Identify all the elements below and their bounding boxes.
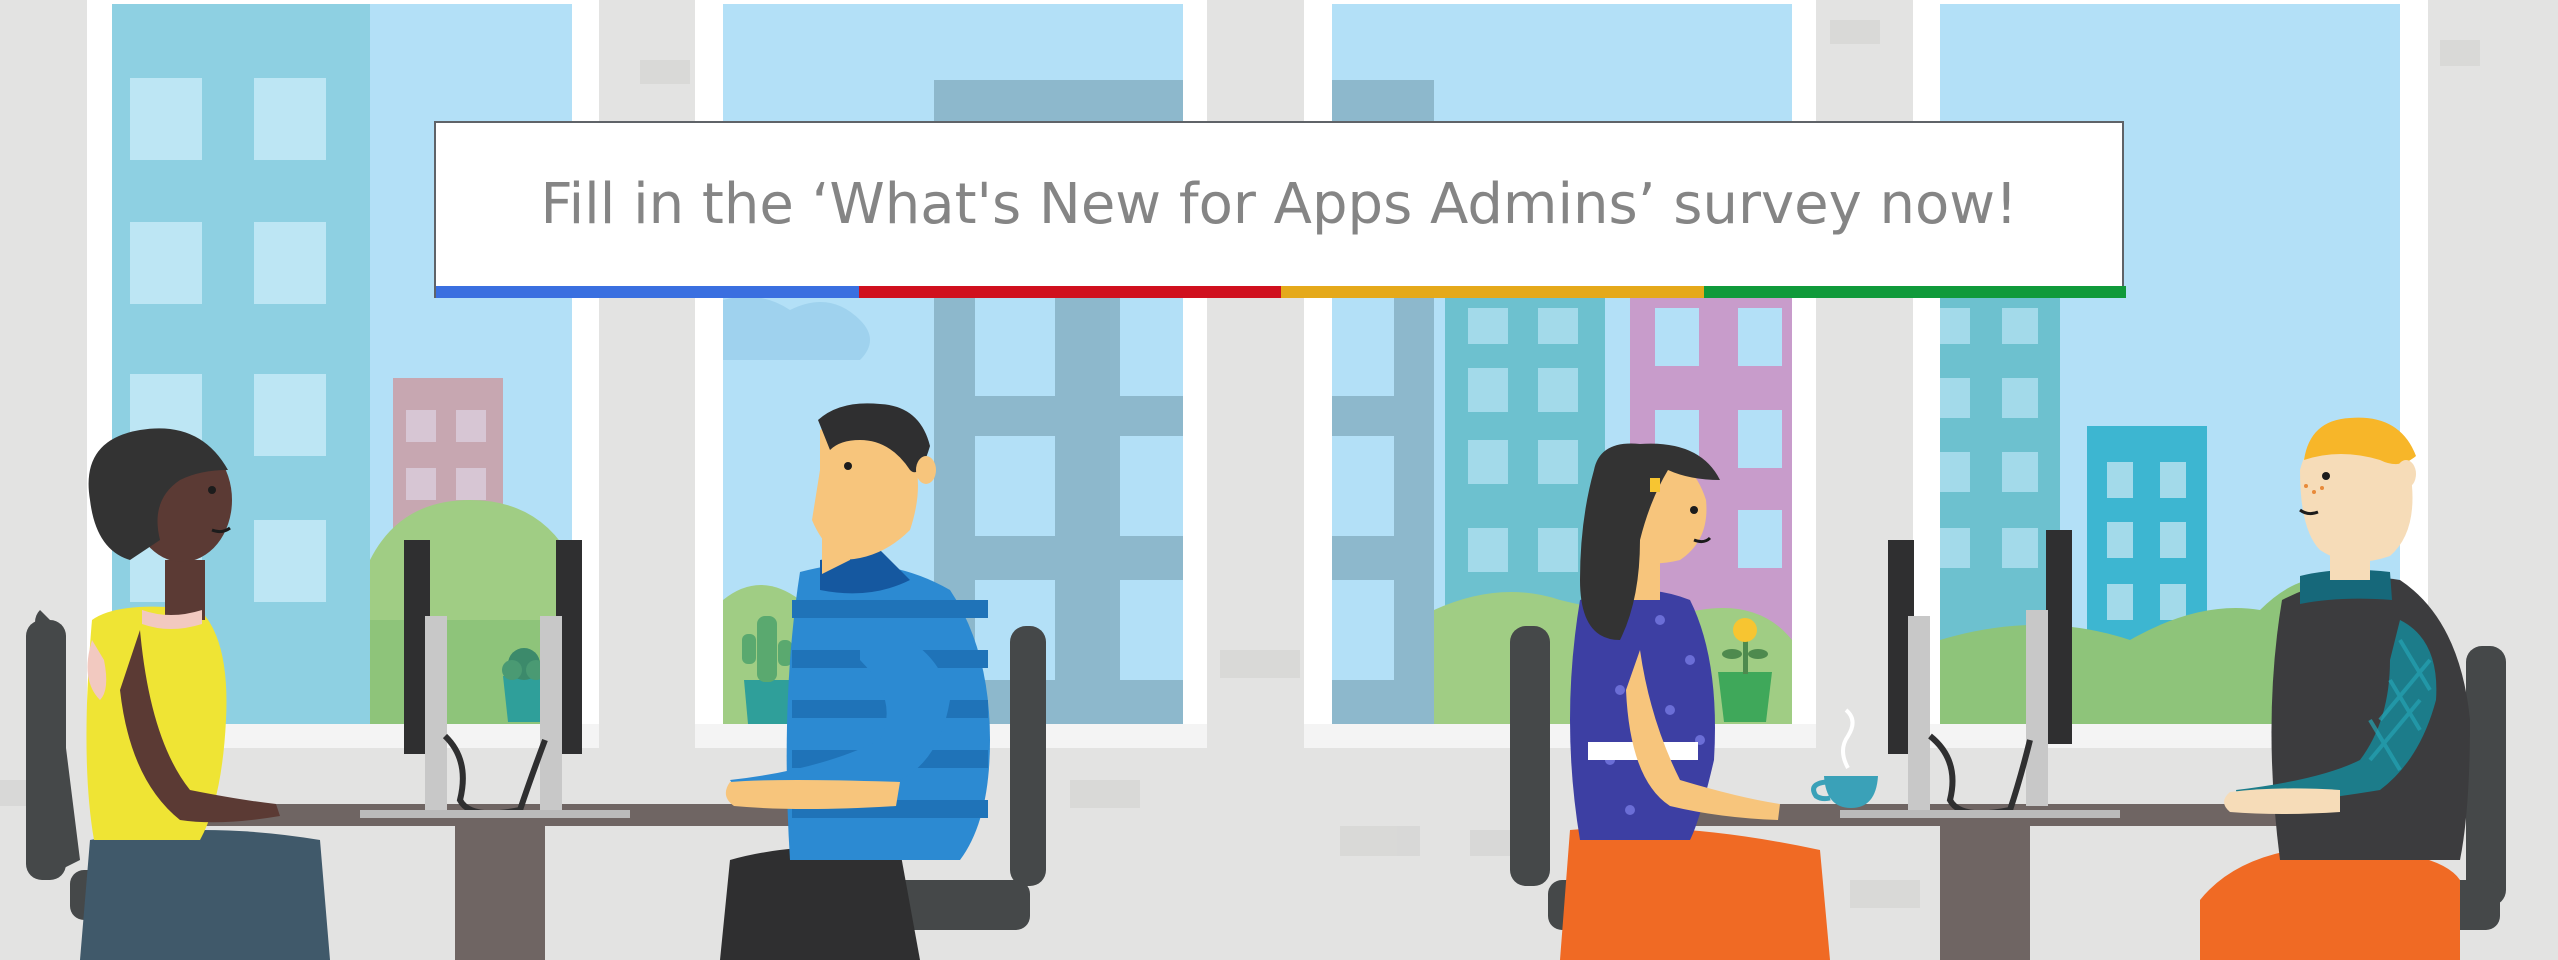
stripe-red (858, 286, 1281, 298)
survey-banner[interactable]: Fill in the ‘What's New for Apps Admins’… (434, 121, 2126, 298)
stripe-yellow (1281, 286, 1704, 298)
stripe-green (1703, 286, 2126, 298)
survey-banner-text[interactable]: Fill in the ‘What's New for Apps Admins’… (540, 172, 2017, 237)
google-color-stripe (436, 286, 2126, 298)
window-3 (1332, 4, 1792, 724)
stripe-blue (436, 286, 859, 298)
